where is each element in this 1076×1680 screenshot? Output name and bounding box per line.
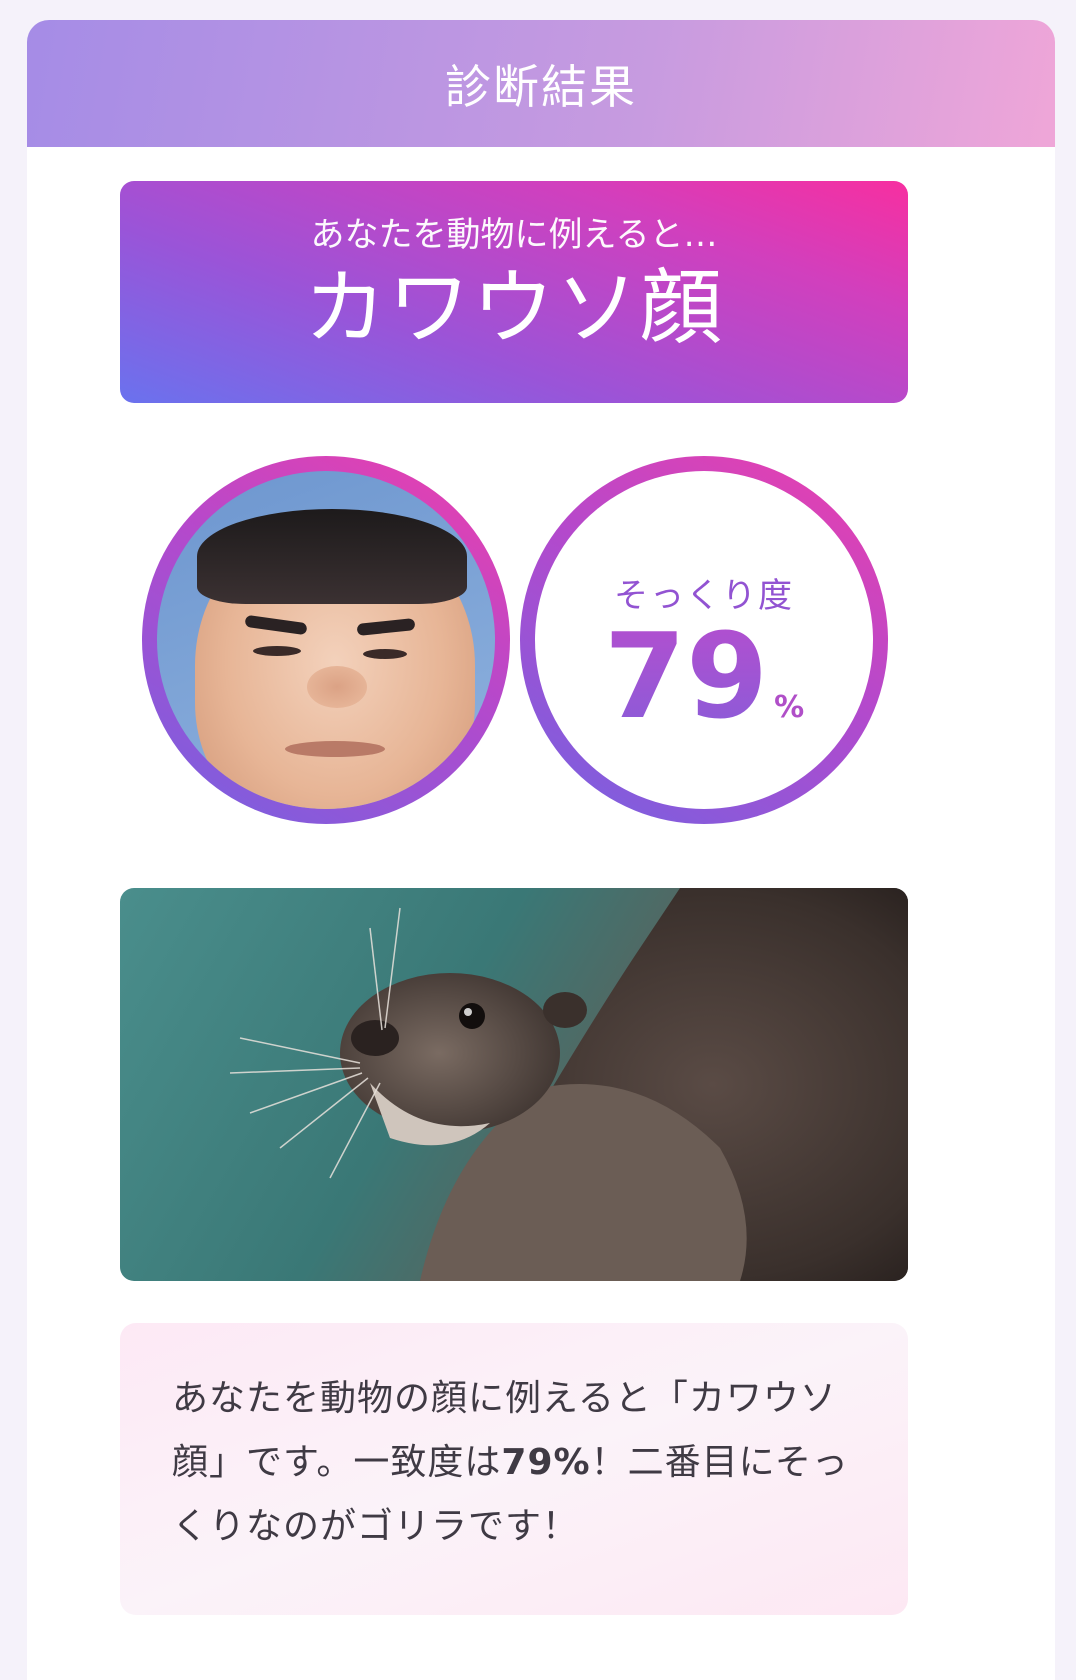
otter-photo — [120, 888, 908, 1281]
similarity-unit: % — [774, 690, 805, 725]
user-mouth — [285, 741, 385, 757]
user-photo — [157, 471, 495, 809]
otter-illustration — [229, 888, 908, 1281]
similarity-panel: そっくり度 79 % — [535, 471, 873, 809]
left-eye — [253, 646, 301, 656]
result-subtitle: あなたを動物に例えると… — [310, 215, 718, 255]
similarity-value-wrap: 79 % — [535, 607, 873, 745]
user-photo-ring — [142, 456, 510, 824]
user-nose — [307, 666, 367, 708]
description-percent: 79% — [501, 1442, 591, 1483]
result-animal-face: カワウソ顔 — [303, 261, 724, 356]
result-description: あなたを動物の顔に例えると「カワウソ顔」です。一致度は79%！二番目にそっくりな… — [120, 1323, 908, 1615]
similarity-ring: そっくり度 79 % — [520, 456, 888, 824]
user-hair — [197, 509, 467, 604]
result-banner: あなたを動物に例えると… カワウソ顔 — [120, 181, 908, 403]
page-title: 診断結果 — [445, 59, 637, 114]
page-header: 診断結果 — [27, 20, 1055, 147]
right-eye — [363, 649, 407, 659]
similarity-value: 79 — [603, 607, 769, 745]
